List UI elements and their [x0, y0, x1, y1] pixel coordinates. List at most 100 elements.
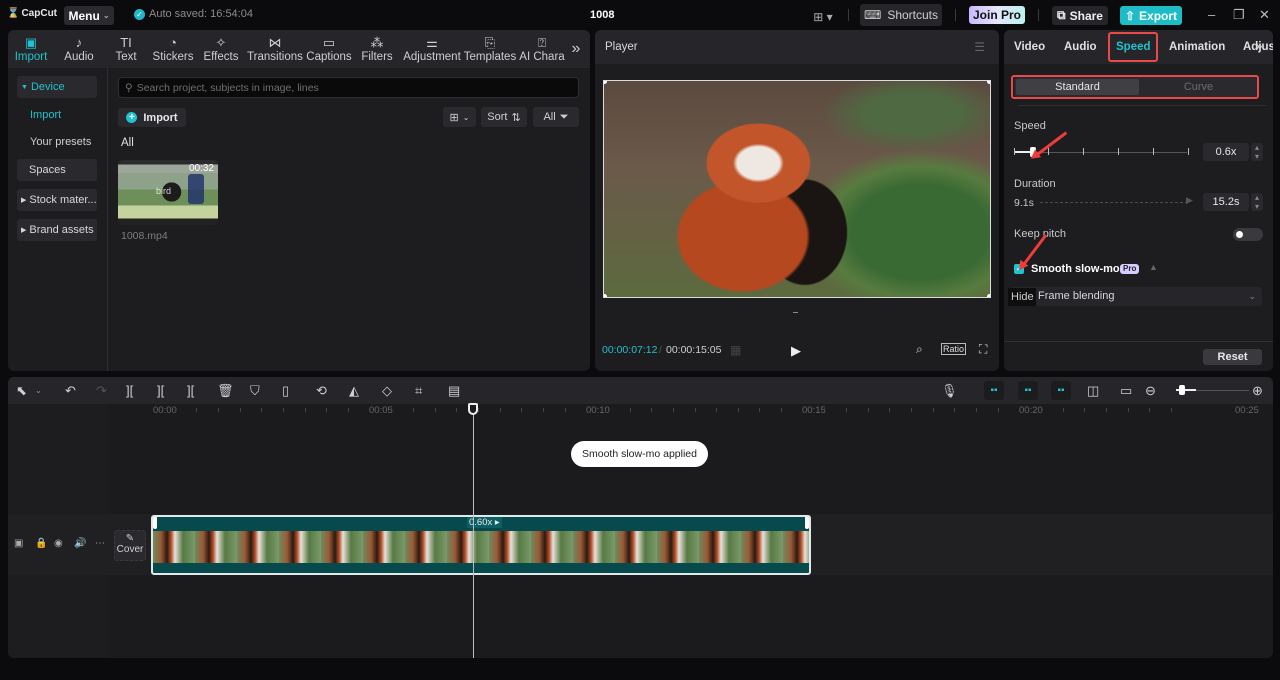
view-mode-button[interactable]: ⊞ ⌄ [443, 107, 476, 127]
more-tabs-icon[interactable]: » [1256, 41, 1262, 53]
main-track-magnet-toggle[interactable]: ▪▪ [984, 381, 1004, 400]
cover-button[interactable]: ✎ Cover [114, 530, 146, 561]
sidebar-item-brand-assets[interactable]: ▶ Brand assets [17, 219, 97, 241]
crop-icon[interactable]: ⌗ [415, 383, 422, 399]
keep-pitch-toggle[interactable] [1233, 228, 1263, 241]
ratio-button[interactable]: Ratio [941, 343, 967, 355]
zoom-slider-handle[interactable] [1179, 385, 1185, 395]
tab-effects[interactable]: ✧ Effects [198, 30, 244, 68]
speed-label: Speed [1014, 120, 1046, 132]
timecode-grid-icon[interactable]: ▦ [730, 343, 741, 357]
media-search-input[interactable]: ⚲ Search project, subjects in image, line… [118, 77, 579, 98]
split-icon[interactable]: ][ [126, 383, 133, 398]
share-icon: ⧉ [1057, 8, 1066, 22]
zoom-out-icon[interactable]: ⊖ [1145, 383, 1156, 399]
ruler-label: 00:00 [153, 405, 177, 416]
delete-left-icon[interactable]: ][ [157, 383, 164, 398]
rotate-icon[interactable]: ◇ [382, 383, 392, 399]
logo-icon: ⌛ [7, 8, 20, 19]
more-tabs-button[interactable]: » [566, 30, 586, 68]
mirror-icon[interactable]: ◭ [349, 383, 359, 399]
fullscreen-icon[interactable]: ⛶ [979, 342, 987, 357]
tab-stickers[interactable]: ◔ Stickers [148, 30, 198, 68]
tab-ai-character[interactable]: ⍰ AI Chara [518, 30, 566, 68]
tab-transitions[interactable]: ⋈ Transitions [244, 30, 306, 68]
close-icon[interactable]: ✕ [1259, 7, 1270, 23]
video-clip[interactable]: 0.60x ▸ [151, 515, 811, 575]
playhead-line[interactable] [473, 404, 474, 658]
delete-right-icon[interactable]: ][ [187, 383, 194, 398]
audio-mute-icon[interactable]: 🔊 [74, 538, 86, 549]
auto-caption-icon[interactable]: ▤ [448, 383, 460, 399]
tab-audio[interactable]: Audio [1064, 41, 1097, 53]
play-button[interactable]: ▶ [791, 343, 801, 359]
tab-adjustment[interactable]: ⚌ Adjustment [402, 30, 462, 68]
zoom-in-icon[interactable]: ⊕ [1252, 383, 1263, 399]
reverse-icon[interactable]: ⟲ [316, 383, 327, 399]
microphone-icon[interactable]: 🎙 [941, 383, 958, 399]
double-chevron-right-icon: » [571, 40, 581, 57]
filter-button[interactable]: All ⏷ [533, 107, 579, 127]
marker-icon[interactable]: ⛉ [250, 383, 260, 399]
linkage-toggle[interactable]: ▪▪ [1051, 381, 1071, 400]
drag-handle[interactable] [793, 312, 798, 313]
tab-filters[interactable]: ⁂ Filters [352, 30, 402, 68]
sidebar-item-your-presets[interactable]: Your presets [30, 136, 91, 148]
resize-handle[interactable] [987, 294, 990, 297]
layout-button[interactable]: ⊞ ▾ [808, 6, 838, 28]
join-pro-button[interactable]: Join Pro [969, 6, 1025, 24]
zoom-fit-icon[interactable]: ⌕ [916, 342, 923, 357]
resize-handle[interactable] [604, 81, 607, 84]
reset-button[interactable]: Reset [1203, 349, 1262, 365]
share-button[interactable]: ⧉ Share [1052, 6, 1108, 25]
resize-handle[interactable] [987, 81, 990, 84]
more-icon[interactable]: ⋯ [95, 538, 105, 549]
delete-icon[interactable]: 🗑 [217, 383, 234, 399]
duration-value-input[interactable]: 15.2s [1203, 193, 1249, 211]
collapse-icon[interactable]: ▲ [1149, 262, 1158, 272]
import-button[interactable]: + Import [118, 108, 186, 127]
export-button[interactable]: ⇧ Export [1120, 6, 1182, 25]
video-preview[interactable] [603, 80, 991, 298]
ruler-tick [781, 408, 783, 412]
restore-icon[interactable]: ❐ [1233, 7, 1245, 23]
speed-stepper[interactable]: ▴ ▾ [1251, 143, 1263, 161]
tab-animation[interactable]: Animation [1169, 41, 1225, 53]
blending-dropdown[interactable]: Frame blending ⌄ [1010, 287, 1262, 306]
redo-icon[interactable]: ↷ [96, 383, 107, 399]
clip-trim-handle-left[interactable] [153, 517, 157, 529]
freeze-icon[interactable]: ▯ [282, 383, 289, 399]
tab-text[interactable]: TI Text [104, 30, 148, 68]
timeline-ruler[interactable]: 00:00 00:05 00:10 00:15 00:20 00:25 [8, 404, 1273, 418]
clip-trim-handle-right[interactable] [805, 517, 809, 529]
sidebar-item-spaces[interactable]: Spaces [17, 159, 97, 181]
menu-button[interactable]: Menu ⌄ [64, 6, 114, 25]
sidebar-item-import[interactable]: Import [30, 109, 61, 121]
undo-icon[interactable]: ↶ [65, 383, 76, 399]
eye-icon[interactable]: ◉ [54, 538, 63, 549]
playhead-handle[interactable] [468, 403, 478, 415]
media-item-thumbnail[interactable]: bird 00:32 [118, 160, 218, 225]
preview-axis-icon[interactable]: ▭ [1120, 383, 1132, 399]
duration-stepper[interactable]: ▴ ▾ [1251, 193, 1263, 211]
tab-captions[interactable]: ▭ Captions [306, 30, 352, 68]
tab-video[interactable]: Video [1014, 41, 1045, 53]
sidebar-item-device[interactable]: ▼ Device [17, 76, 97, 98]
tab-templates[interactable]: ⎘ Templates [462, 30, 518, 68]
lock-icon[interactable]: 🔒 [35, 538, 47, 549]
tab-import[interactable]: ▣ Import [8, 30, 54, 68]
select-tool-icon[interactable]: ⬉ [16, 383, 27, 399]
speed-value-input[interactable]: 0.6x [1203, 143, 1249, 161]
text-icon: TI [120, 35, 132, 50]
player-header: Player ☰ [595, 30, 999, 64]
split-view-icon[interactable]: ◫ [1087, 383, 1099, 399]
sort-button[interactable]: Sort ⇅ [481, 107, 527, 127]
minimize-icon[interactable]: – [1208, 7, 1215, 22]
tab-audio[interactable]: ♪ Audio [54, 30, 104, 68]
sidebar-item-stock[interactable]: ▶ Stock mater... [17, 189, 97, 211]
menu-icon[interactable]: ☰ [974, 40, 985, 54]
resize-handle[interactable] [604, 294, 607, 297]
auto-snapping-toggle[interactable]: ▪▪ [1018, 381, 1038, 400]
shortcuts-button[interactable]: ⌨ Shortcuts [860, 4, 942, 26]
chevron-down-icon[interactable]: ⌄ [35, 386, 42, 395]
